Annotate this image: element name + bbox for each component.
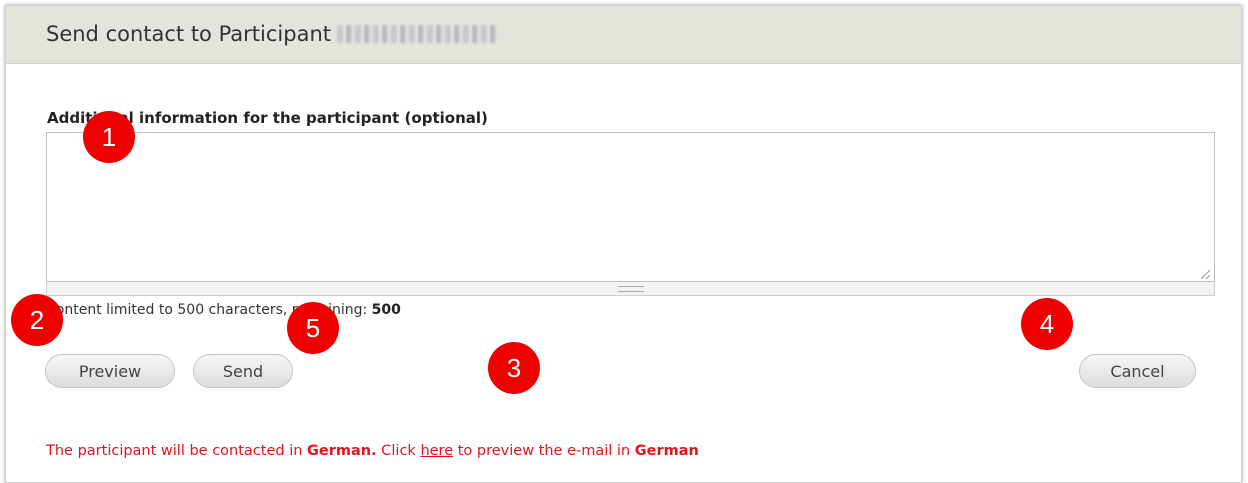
notice-lang2: German [634,443,699,459]
dialog-titlebar: Send contact to Participant [6,6,1241,64]
limit-remaining: 500 [371,302,401,318]
resize-handle-icon[interactable] [1199,268,1211,280]
additional-info-textarea[interactable] [46,132,1215,282]
blurred-participant-id [337,25,497,43]
dialog-title: Send contact to Participant [46,22,497,46]
cancel-button[interactable]: Cancel [1079,354,1196,388]
dialog-title-text: Send contact to Participant [46,22,331,46]
language-notice: The participant will be contacted in Ger… [46,443,699,459]
grip-lines-icon [617,286,644,292]
marker-2: 2 [11,294,63,346]
preview-email-link[interactable]: here [420,443,453,459]
send-contact-dialog: Send contact to Participant Additional i… [5,5,1242,483]
marker-5: 5 [287,302,339,354]
notice-lang1: German. [307,443,377,459]
character-limit-text: Content limited to 500 characters, remai… [46,302,401,318]
send-button[interactable]: Send [193,354,293,388]
notice-part2: Click [376,443,421,459]
preview-button[interactable]: Preview [45,354,175,388]
marker-3: 3 [488,342,540,394]
marker-1: 1 [83,111,135,163]
notice-part3: to preview the e-mail in [453,443,635,459]
notice-part1: The participant will be contacted in [46,443,308,459]
marker-4: 4 [1021,298,1073,350]
textarea-grip[interactable] [46,282,1215,296]
